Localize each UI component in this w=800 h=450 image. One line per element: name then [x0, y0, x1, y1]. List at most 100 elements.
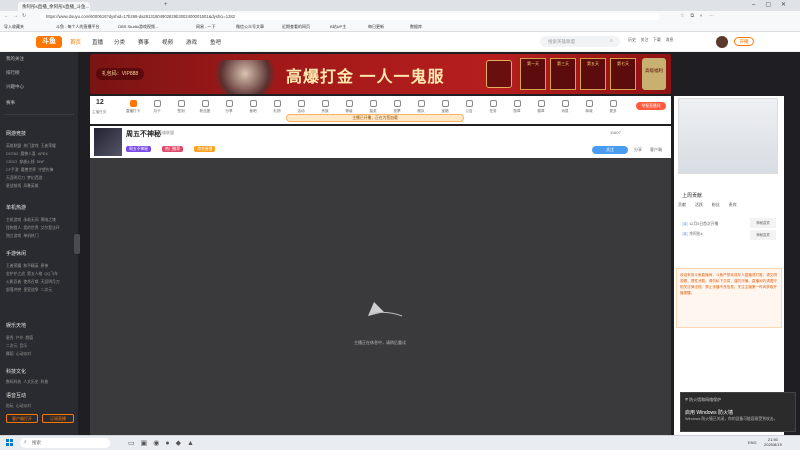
mystery-guest[interactable]: 神秘嘉宾	[750, 218, 776, 228]
lottery-icon[interactable]: 抽奖	[364, 100, 382, 114]
nav-yuba[interactable]: 鱼吧	[210, 38, 221, 46]
list-item[interactable]: 陪玩	[6, 404, 14, 408]
tab-inactive[interactable]	[92, 2, 162, 11]
browser-actions-icon[interactable]: ☆⧉◐⋯	[680, 13, 720, 19]
list-item[interactable]: 单机热门	[23, 234, 38, 238]
follow-button[interactable]: 关注	[640, 37, 648, 42]
tag[interactable]: 周五不神秘	[126, 146, 151, 152]
list-item[interactable]: CSGO	[6, 160, 17, 164]
nav-live[interactable]: 直播	[92, 38, 103, 46]
avatar[interactable]	[716, 36, 728, 48]
list-item[interactable]: 永劫无间	[23, 218, 38, 222]
windows-security-toast[interactable]: ⛨ 防火墙和网络保护 启用 Windows 防火墙 Windows 防火墙已关闭…	[680, 392, 796, 432]
open-client-button[interactable]: 客户端打开	[6, 414, 38, 423]
notice-icon[interactable]: 公告	[460, 100, 478, 114]
list-item[interactable]: 皇室战争	[23, 288, 38, 292]
list-item[interactable]: 王者荣耀	[41, 144, 56, 148]
sidebar-section-title[interactable]: 科技文化	[6, 368, 26, 375]
card-icon[interactable]: 月卡	[148, 100, 166, 114]
list-item[interactable]: 星秀	[6, 336, 14, 340]
list-item[interactable]: 舞蹈	[6, 352, 14, 356]
go-live-button[interactable]: 开播	[734, 37, 754, 46]
list-item[interactable]: APEX	[38, 152, 48, 156]
yuba-icon[interactable]: 鱼吧	[244, 100, 262, 114]
share-button[interactable]: 分享	[634, 147, 642, 153]
list-item[interactable]: 天涯明月刀	[41, 280, 60, 284]
bookmark[interactable]: 网易 - 一下	[196, 24, 216, 30]
list-item[interactable]: 心动派对	[16, 352, 31, 356]
nav-category[interactable]: 分类	[114, 38, 125, 46]
sidebar-section-title[interactable]: 网游竞技	[6, 130, 26, 137]
list-item[interactable]: 人文历史	[23, 380, 38, 384]
subscribe-button[interactable]: 订阅直播	[42, 414, 74, 423]
sidebar-item-rank[interactable]: 排行榜	[6, 70, 20, 76]
list-item[interactable]: 心动派对	[16, 404, 31, 408]
tab-vip[interactable]: 贵宾	[729, 202, 737, 207]
list-item[interactable]: 天涯明月刀	[6, 176, 25, 180]
bookmark[interactable]: OBS Studio游戏视频...	[118, 24, 158, 30]
new-tab-button[interactable]: +	[164, 2, 168, 8]
task-icon[interactable]: 任务	[484, 100, 502, 114]
bookmark[interactable]: 近期查看的网页	[282, 24, 310, 30]
input-language[interactable]: ENG	[748, 440, 757, 445]
streamer-name[interactable]: 周五不神秘	[126, 129, 161, 139]
site-logo[interactable]: 斗鱼	[36, 36, 62, 48]
rank-row[interactable]: 2 余阿彤s	[682, 232, 702, 237]
list-item[interactable]: 王者荣耀	[6, 264, 21, 268]
list-item[interactable]: 我的世界	[23, 226, 38, 230]
list-item[interactable]: 怪物猎人	[6, 226, 21, 230]
sidebar-section-title[interactable]: 手游休闲	[6, 250, 26, 257]
shop-icon[interactable]: 商城	[580, 100, 598, 114]
more-icon[interactable]: 更多	[604, 100, 622, 114]
tag[interactable]: 热门推荐	[162, 146, 184, 152]
list-item[interactable]: 黑暗之魂	[41, 218, 56, 222]
list-item[interactable]: 梦幻西游	[27, 176, 42, 180]
taskbar-apps[interactable]: ▭▣◉●◆▲	[128, 439, 200, 447]
nav-home[interactable]: 首页	[70, 38, 81, 46]
window-controls[interactable]: –▢✕	[752, 1, 796, 8]
list-item[interactable]: 音乐	[20, 344, 28, 348]
sidebar-section-title[interactable]: 单机热游	[6, 204, 26, 211]
list-item[interactable]: 穿越火线	[19, 160, 34, 164]
stream-category[interactable]: 英雄联盟	[158, 130, 174, 136]
tag[interactable]: 综合直播	[194, 146, 216, 152]
tab-fans[interactable]: 粉丝	[712, 202, 720, 207]
nav-arrows-icon[interactable]: ←→↻	[4, 13, 30, 19]
list-item[interactable]: 户外	[16, 336, 24, 340]
bookmark[interactable]: 微信公众号文章	[236, 24, 264, 30]
sidebar-section-title[interactable]: 娱乐天地	[6, 322, 26, 329]
sidebar-collapse-handle[interactable]	[74, 234, 80, 254]
message-button[interactable]: 消息	[665, 37, 673, 42]
badge-icon[interactable]: 徽章	[532, 100, 550, 114]
url-field[interactable]: https://www.douyu.com/6000616?dyshid=17b…	[40, 13, 660, 20]
list-item[interactable]: QQ飞车	[44, 272, 58, 276]
list-item[interactable]: 守望先锋	[38, 168, 53, 172]
sidebar-section-title[interactable]: 语音互动	[6, 392, 26, 399]
list-item[interactable]: 热门游戏	[23, 144, 38, 148]
checkin-icon[interactable]: 直播打卡	[124, 100, 142, 114]
streamer-avatar[interactable]	[94, 128, 122, 156]
gift-icon[interactable]: 礼物	[268, 100, 286, 114]
search-input[interactable]: 搜索	[32, 440, 41, 446]
vote-icon[interactable]: 投票	[388, 100, 406, 114]
bookmark[interactable]: 斗鱼 - 每个人的直播平台	[56, 24, 100, 30]
history-button[interactable]: 历史	[628, 37, 636, 42]
bookmark[interactable]: B站UP主	[330, 24, 346, 30]
list-item[interactable]: 英雄联盟	[6, 144, 21, 148]
level-icon[interactable]: 等级	[340, 100, 358, 114]
promo-image[interactable]	[678, 98, 778, 174]
list-item[interactable]: 部落冲突	[6, 288, 21, 292]
chest-icon[interactable]: 宝箱	[436, 100, 454, 114]
start-icon[interactable]	[6, 439, 13, 446]
medal-icon[interactable]: 勋章	[508, 100, 526, 114]
tab-contribution[interactable]: 贡献	[678, 202, 686, 207]
list-item[interactable]: 魔兽人喜	[21, 152, 36, 156]
list-item[interactable]: 科普	[41, 380, 49, 384]
list-item[interactable]: 独立游戏	[6, 234, 21, 238]
fleet-icon[interactable]: 舰队	[412, 100, 430, 114]
task-label[interactable]: 主播任务	[92, 110, 106, 115]
video-player[interactable]: 主播正在休息中，请稍后重试	[90, 158, 671, 435]
list-item[interactable]: CF手游	[6, 168, 19, 172]
ad-banner[interactable]: 礼包码：VIP888 高爆打金 一人一鬼服 第一天 第三天 第五天 第七天 高级…	[90, 54, 671, 94]
list-item[interactable]: DOTA2	[6, 152, 18, 156]
